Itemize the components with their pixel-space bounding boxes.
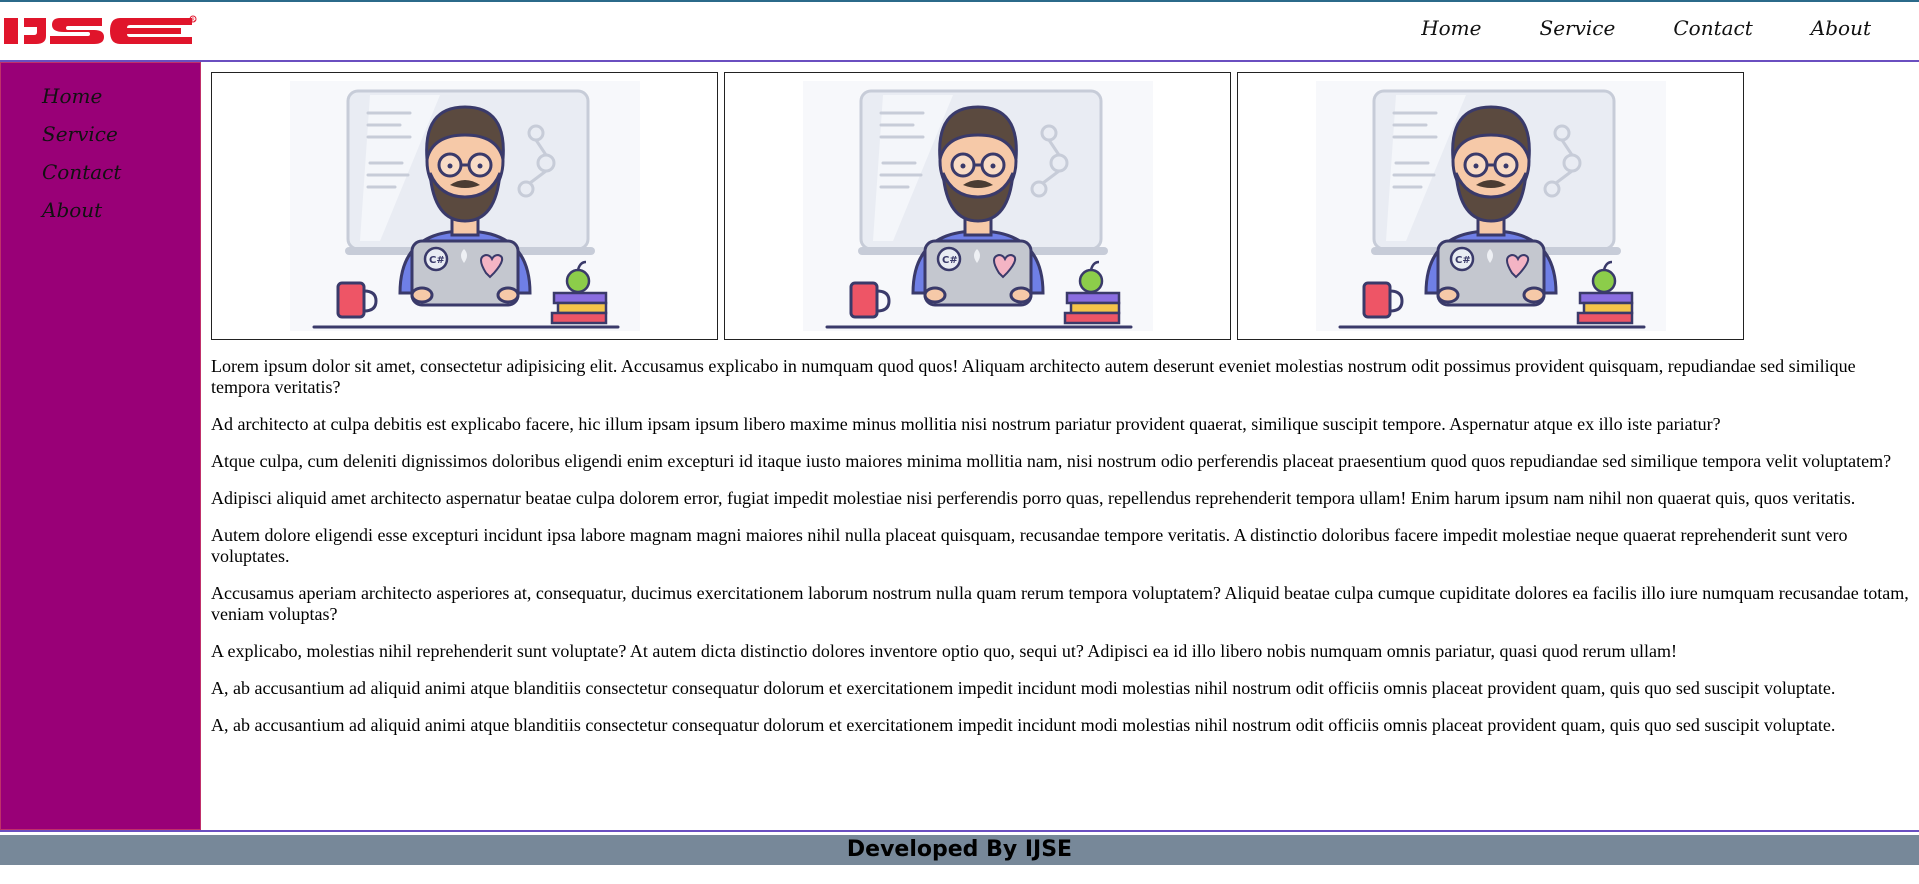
paragraph: Ad architecto at culpa debitis est expli…	[211, 414, 1721, 434]
sidebar-item-service[interactable]: Service	[42, 115, 121, 153]
header-divider	[0, 60, 1919, 62]
top-nav: Home Service Contact About	[1363, 16, 1871, 40]
developer-illustration: C#	[289, 81, 640, 331]
paragraph: Adipisci aliquid amet architecto asperna…	[211, 488, 1856, 508]
paragraph: Lorem ipsum dolor sit amet, consectetur …	[211, 356, 1856, 397]
top-nav-service[interactable]: Service	[1540, 16, 1616, 40]
paragraph: A, ab accusantium ad aliquid animi atque…	[211, 678, 1836, 698]
svg-text:C#: C#	[429, 255, 445, 266]
image-card: C#	[1237, 72, 1744, 340]
main-content: C# C# C# Lorem ipsum dolor sit amet, con…	[211, 72, 1911, 752]
developer-illustration: C#	[1315, 81, 1666, 331]
sidebar-nav: Home Service Contact About	[42, 77, 121, 229]
paragraph: A, ab accusantium ad aliquid animi atque…	[211, 715, 1836, 735]
svg-text:C#: C#	[942, 255, 958, 266]
sidebar-item-contact[interactable]: Contact	[42, 153, 121, 191]
top-nav-about[interactable]: About	[1811, 16, 1871, 40]
developer-illustration: C#	[802, 81, 1153, 331]
sidebar-item-home[interactable]: Home	[42, 77, 121, 115]
sidebar-item-about[interactable]: About	[42, 191, 121, 229]
footer-text: Developed By IJSE	[846, 837, 1073, 862]
footer-divider	[0, 830, 1919, 832]
image-card: C#	[211, 72, 718, 340]
sidebar: Home Service Contact About	[0, 62, 201, 830]
svg-text:R: R	[192, 17, 195, 23]
paragraph: A explicabo, molestias nihil reprehender…	[211, 641, 1677, 661]
footer: Developed By IJSE	[0, 835, 1919, 865]
paragraph: Atque culpa, cum deleniti dignissimos do…	[211, 451, 1892, 471]
text-content: Lorem ipsum dolor sit amet, consectetur …	[211, 356, 1909, 736]
paragraph: Accusamus aperiam architecto asperiores …	[211, 583, 1909, 624]
image-card: C#	[724, 72, 1231, 340]
top-header: R Home Service Contact About	[0, 0, 1919, 60]
ijse-logo[interactable]: R	[2, 14, 198, 48]
image-cards: C# C# C#	[211, 72, 1911, 340]
top-nav-contact[interactable]: Contact	[1673, 16, 1752, 40]
top-nav-home[interactable]: Home	[1421, 16, 1481, 40]
paragraph: Autem dolore eligendi esse excepturi inc…	[211, 525, 1848, 566]
svg-text:C#: C#	[1455, 255, 1471, 266]
